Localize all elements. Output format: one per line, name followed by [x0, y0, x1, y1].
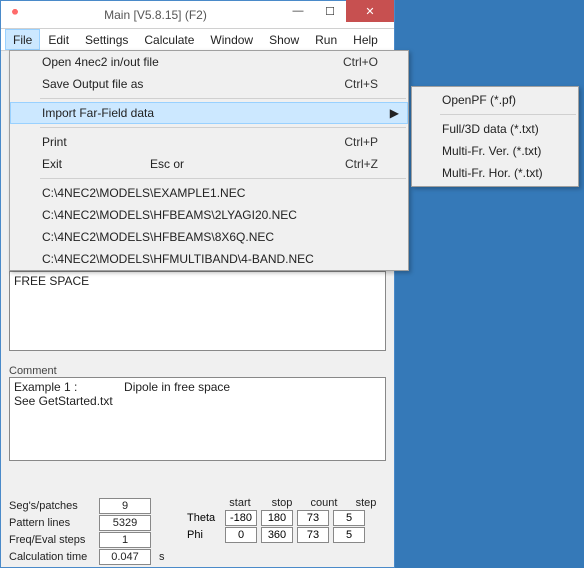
separator [40, 98, 406, 99]
menu-import-farfield[interactable]: Import Far-Field data▶ [10, 102, 408, 124]
menu-file[interactable]: File [5, 29, 40, 50]
phi-row: Phi 0 360 73 5 [187, 527, 365, 543]
theta-stop[interactable]: 180 [261, 510, 293, 526]
freq-value[interactable]: 1 [99, 532, 151, 548]
environment-text[interactable]: FREE SPACE [9, 271, 386, 351]
calc-label: Calculation time [9, 551, 99, 563]
menu-recent-2[interactable]: C:\4NEC2\MODELS\HFBEAMS\8X6Q.NEC [10, 226, 408, 248]
freq-label: Freq/Eval steps [9, 534, 99, 546]
menu-recent-3[interactable]: C:\4NEC2\MODELS\HFMULTIBAND\4-BAND.NEC [10, 248, 408, 270]
submenu-multifr-hor[interactable]: Multi-Fr. Hor. (*.txt) [412, 162, 578, 184]
menu-save-output[interactable]: Save Output file asCtrl+S [10, 73, 408, 95]
import-submenu: OpenPF (*.pf) Full/3D data (*.txt) Multi… [411, 86, 579, 187]
col-step: step [350, 497, 382, 509]
window-controls: — ☐ ✕ [282, 1, 394, 28]
col-count: count [308, 497, 340, 509]
theta-start[interactable]: -180 [225, 510, 257, 526]
phi-label: Phi [187, 529, 221, 541]
theta-step[interactable]: 5 [333, 510, 365, 526]
close-button[interactable]: ✕ [346, 0, 394, 22]
grid-col-labels: start stop count step [224, 497, 382, 509]
phi-step[interactable]: 5 [333, 527, 365, 543]
separator [40, 178, 406, 179]
comment-text[interactable]: Example 1 : Dipole in free space See Get… [9, 377, 386, 461]
window-title: Main [V5.8.15] (F2) [29, 8, 282, 22]
menu-print[interactable]: PrintCtrl+P [10, 131, 408, 153]
menu-help[interactable]: Help [345, 29, 386, 50]
phi-count[interactable]: 73 [297, 527, 329, 543]
menu-open-file[interactable]: Open 4nec2 in/out fileCtrl+O [10, 51, 408, 73]
theta-count[interactable]: 73 [297, 510, 329, 526]
bottom-panel: start stop count step Theta -180 180 73 … [9, 497, 386, 565]
menu-settings[interactable]: Settings [77, 29, 136, 50]
col-start: start [224, 497, 256, 509]
menu-recent-0[interactable]: C:\4NEC2\MODELS\EXAMPLE1.NEC [10, 182, 408, 204]
col-stop: stop [266, 497, 298, 509]
separator [40, 127, 406, 128]
menu-recent-1[interactable]: C:\4NEC2\MODELS\HFBEAMS\2LYAGI20.NEC [10, 204, 408, 226]
submenu-multifr-ver[interactable]: Multi-Fr. Ver. (*.txt) [412, 140, 578, 162]
phi-stop[interactable]: 360 [261, 527, 293, 543]
theta-label: Theta [187, 512, 221, 524]
calc-value[interactable]: 0.047 [99, 549, 151, 565]
theta-row: Theta -180 180 73 5 [187, 510, 365, 526]
submenu-openpf[interactable]: OpenPF (*.pf) [412, 89, 578, 111]
submenu-arrow-icon: ▶ [390, 106, 399, 120]
file-dropdown: Open 4nec2 in/out fileCtrl+O Save Output… [9, 50, 409, 271]
app-icon [7, 7, 23, 23]
menu-calculate[interactable]: Calculate [136, 29, 202, 50]
phi-start[interactable]: 0 [225, 527, 257, 543]
comment-label: Comment [9, 365, 386, 377]
patlines-label: Pattern lines [9, 517, 99, 529]
patlines-value[interactable]: 5329 [99, 515, 151, 531]
menu-edit[interactable]: Edit [40, 29, 77, 50]
menu-run[interactable]: Run [307, 29, 345, 50]
menubar: File Edit Settings Calculate Window Show… [1, 29, 394, 51]
menu-window[interactable]: Window [202, 29, 261, 50]
submenu-full3d[interactable]: Full/3D data (*.txt) [412, 118, 578, 140]
menu-show[interactable]: Show [261, 29, 307, 50]
segs-label: Seg's/patches [9, 500, 99, 512]
calc-unit: s [159, 551, 165, 563]
separator [440, 114, 576, 115]
minimize-button[interactable]: — [282, 0, 314, 22]
segs-value[interactable]: 9 [99, 498, 151, 514]
menu-exit[interactable]: ExitEsc orCtrl+Z [10, 153, 408, 175]
titlebar: Main [V5.8.15] (F2) — ☐ ✕ [1, 1, 394, 29]
maximize-button[interactable]: ☐ [314, 0, 346, 22]
